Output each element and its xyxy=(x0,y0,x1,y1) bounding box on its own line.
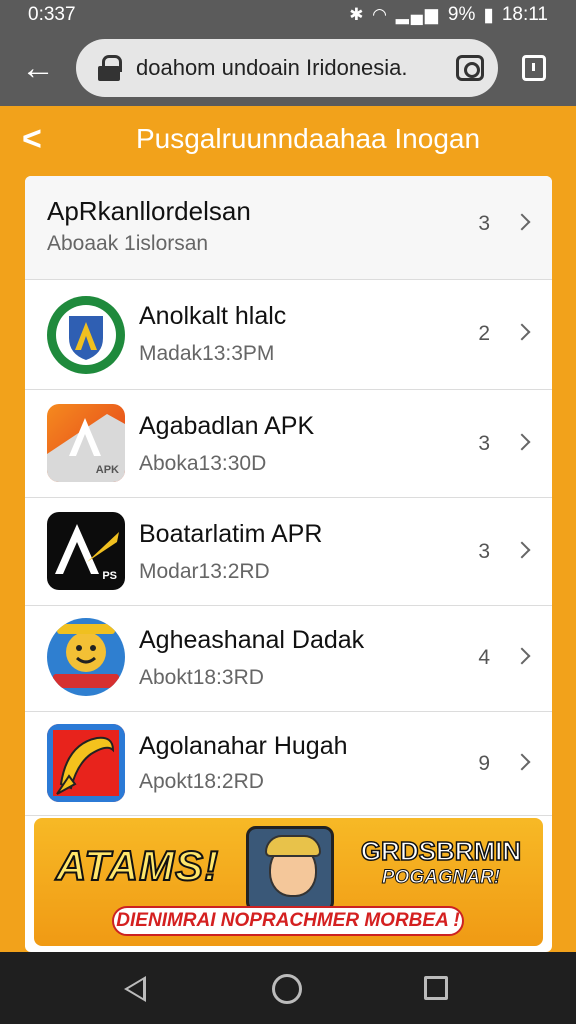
list-item[interactable]: APK Agabadlan APK Aboka13:30D 3 xyxy=(25,390,552,498)
banner-right-line2: POGAGNAR! xyxy=(381,867,501,889)
list-item[interactable]: Agolanahar Hugah Apokt18:2RD 9 xyxy=(25,712,552,816)
yellow-swirl-icon xyxy=(47,724,125,802)
camera-icon[interactable] xyxy=(456,55,484,81)
status-clock: 18:11 xyxy=(501,4,548,25)
banner-right-text: GRDSBRMIN POGAGNAR! xyxy=(346,835,536,889)
list-header-subtitle: Aboaak 1islorsan xyxy=(47,232,209,255)
orange-a-apk-icon: APK xyxy=(47,404,125,482)
page-header: < Pusgalruunndaahaa Inogan xyxy=(0,106,576,172)
status-bar: 0:337 ✱ ◠ ▂▄▆ 9% ▮ 18:11 xyxy=(0,0,576,30)
item-subtitle: Madak13:3PM xyxy=(139,342,275,365)
item-subtitle: Modar13:2RD xyxy=(139,560,270,583)
shield-a-icon xyxy=(47,296,125,374)
chevron-right-icon xyxy=(513,753,531,771)
black-a-icon: PS xyxy=(47,512,125,590)
item-count: 3 xyxy=(478,540,490,563)
url-text: doahom undoain Iridonesia. xyxy=(136,55,408,80)
address-bar[interactable]: doahom undoain Iridonesia. xyxy=(76,39,498,97)
browser-back-icon[interactable]: ← xyxy=(16,46,60,90)
item-subtitle: Abokt18:3RD xyxy=(139,666,264,689)
nav-recents-icon[interactable] xyxy=(424,976,448,1000)
ps-label: PS xyxy=(102,570,117,582)
list-item[interactable]: Anolkalt hlalc Madak13:3PM 2 xyxy=(25,280,552,390)
item-subtitle: Aboka13:30D xyxy=(139,452,267,475)
item-count: 2 xyxy=(478,322,490,345)
list-item[interactable]: PS Boatarlatim APR Modar13:2RD 3 xyxy=(25,498,552,606)
signal-wifi-icon: ✱ ◠ ▂▄▆ xyxy=(349,5,440,24)
nav-home-icon[interactable] xyxy=(272,974,302,1004)
tabs-icon[interactable] xyxy=(522,55,546,81)
banner-mascot-icon xyxy=(246,826,334,912)
list-header-count: 3 xyxy=(478,212,490,235)
item-count: 9 xyxy=(478,752,490,775)
mascot-icon xyxy=(47,618,125,696)
chevron-right-icon xyxy=(513,647,531,665)
chevron-right-icon xyxy=(513,213,531,231)
list-item[interactable]: Agheashanal Dadak Abokt18:3RD 4 xyxy=(25,606,552,712)
chevron-right-icon xyxy=(513,433,531,451)
item-count: 4 xyxy=(478,646,490,669)
nav-back-icon[interactable] xyxy=(124,976,146,1002)
chevron-right-icon xyxy=(513,541,531,559)
banner-cta-button[interactable]: DIENIMRAI NOPRACHMER MORBEA ! xyxy=(112,906,464,936)
promo-banner[interactable]: ATAMS! GRDSBRMIN POGAGNAR! DIENIMRAI NOP… xyxy=(34,818,543,946)
status-right: ✱ ◠ ▂▄▆ 9% ▮ 18:11 xyxy=(349,4,548,27)
banner-right-line1: GRDSBRMIN xyxy=(360,835,522,867)
list-header-row[interactable]: ApRkanllordelsan Aboaak 1islorsan 3 xyxy=(25,176,552,280)
item-title: Anolkalt hlalc xyxy=(139,302,287,330)
chevron-left-icon[interactable]: < xyxy=(22,120,42,159)
apk-label: APK xyxy=(95,464,119,476)
banner-left-text: ATAMS! xyxy=(55,841,220,890)
battery-text: 9% xyxy=(447,4,476,25)
item-subtitle: Apokt18:2RD xyxy=(139,770,264,793)
chevron-right-icon xyxy=(513,323,531,341)
item-title: Boatarlatim APR xyxy=(139,520,323,548)
page-title: Pusgalruunndaahaa Inogan xyxy=(135,123,481,154)
system-nav-bar xyxy=(0,952,576,1024)
item-title: Agheashanal Dadak xyxy=(139,626,365,654)
lock-icon xyxy=(98,55,122,81)
status-time-left: 0:337 xyxy=(28,4,76,25)
battery-icon: ▮ xyxy=(483,4,494,26)
item-title: Agolanahar Hugah xyxy=(139,732,348,760)
item-count: 3 xyxy=(478,432,490,455)
mascot-hair xyxy=(265,835,321,857)
item-title: Agabadlan APK xyxy=(139,412,315,440)
browser-toolbar: ← doahom undoain Iridonesia. xyxy=(0,30,576,106)
list-header-title: ApRkanllordelsan xyxy=(47,196,251,226)
